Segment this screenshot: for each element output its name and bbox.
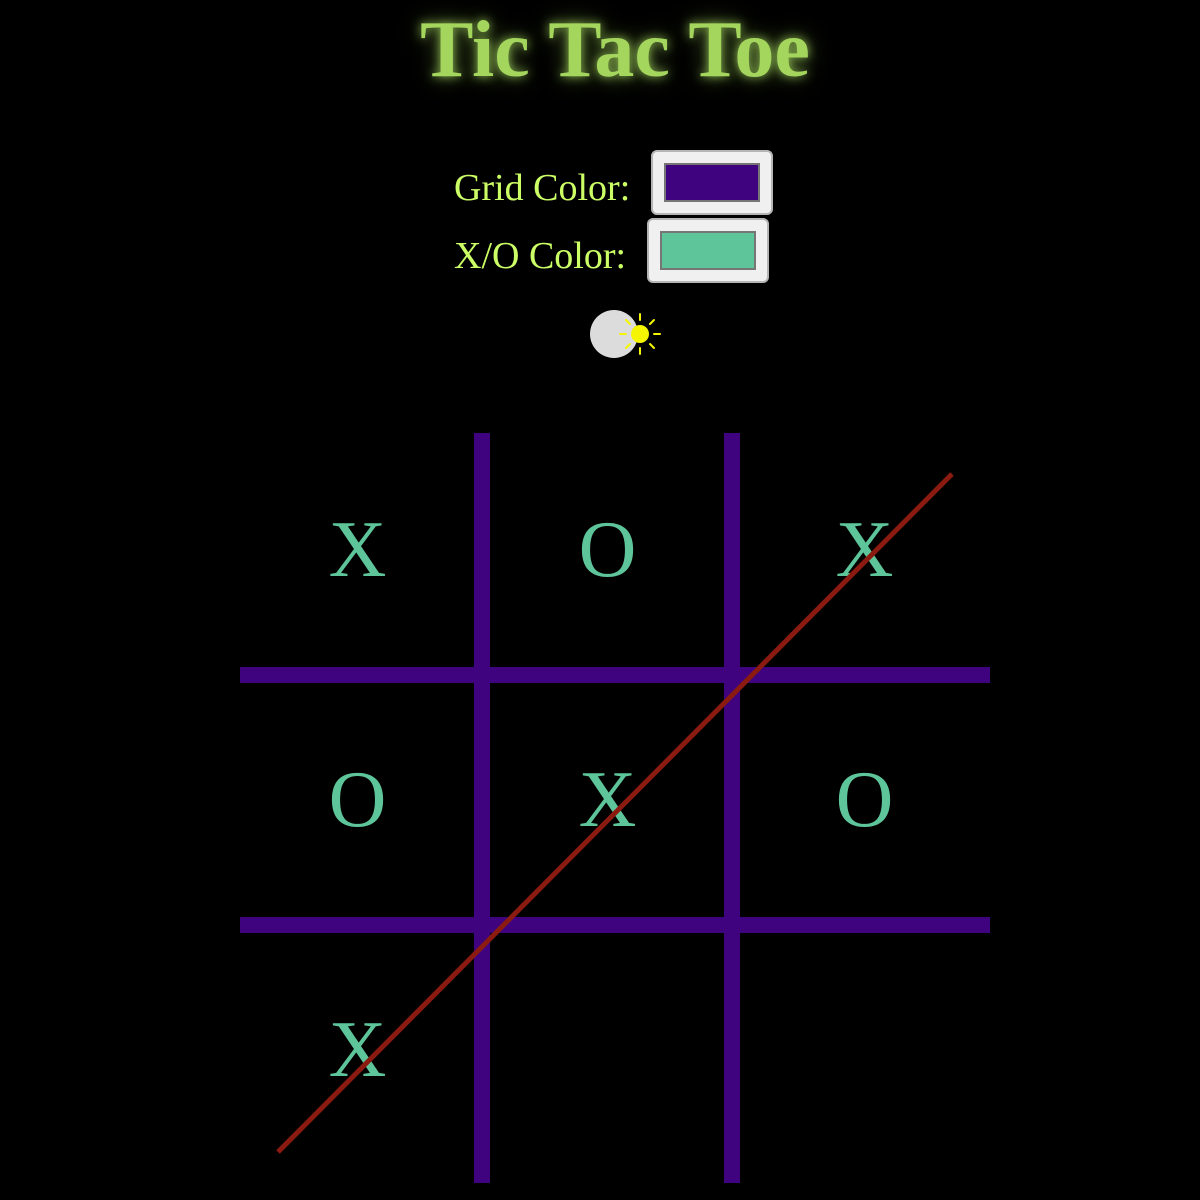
cell-mark: O bbox=[328, 756, 387, 844]
xo-color-picker[interactable] bbox=[647, 218, 769, 283]
cell-mark: X bbox=[328, 506, 387, 594]
board-cell[interactable]: X bbox=[240, 433, 475, 668]
cell-mark: X bbox=[835, 506, 894, 594]
grid-line-horizontal-1 bbox=[240, 667, 990, 683]
cell-mark: X bbox=[328, 1006, 387, 1094]
grid-line-vertical-2 bbox=[724, 433, 740, 1183]
grid-color-label: Grid Color: bbox=[454, 167, 631, 209]
board-cell[interactable]: X bbox=[747, 433, 982, 668]
grid-line-horizontal-2 bbox=[240, 917, 990, 933]
theme-toggle-button[interactable] bbox=[580, 300, 670, 370]
cell-mark: O bbox=[578, 506, 637, 594]
grid-line-vertical-1 bbox=[474, 433, 490, 1183]
game-title: Tic Tac Toe bbox=[420, 6, 810, 94]
xo-color-swatch bbox=[660, 231, 756, 270]
board-cell[interactable]: O bbox=[490, 433, 725, 668]
board-cell[interactable]: X bbox=[240, 933, 475, 1168]
board-cell[interactable] bbox=[490, 933, 725, 1168]
xo-color-label: X/O Color: bbox=[454, 235, 627, 277]
grid-color-picker[interactable] bbox=[651, 150, 773, 215]
game-board: X O X O X O X bbox=[240, 433, 990, 1183]
board-cell[interactable]: X bbox=[490, 683, 725, 918]
cell-mark: O bbox=[835, 756, 894, 844]
board-cell[interactable]: O bbox=[747, 683, 982, 918]
board-cell[interactable] bbox=[747, 933, 982, 1168]
sun-icon bbox=[590, 310, 661, 358]
cell-mark: X bbox=[578, 756, 637, 844]
grid-color-swatch bbox=[664, 163, 760, 202]
board-cell[interactable]: O bbox=[240, 683, 475, 918]
